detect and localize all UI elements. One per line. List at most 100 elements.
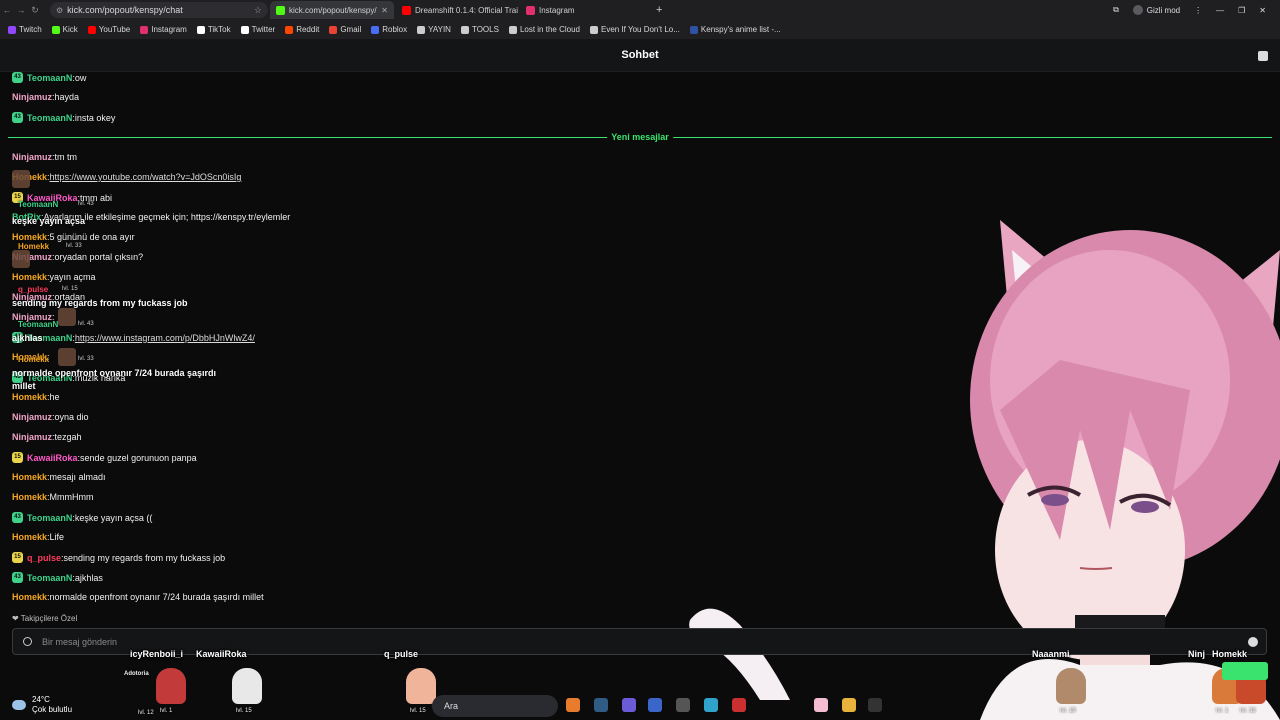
chat-username[interactable]: Homekk <box>12 272 47 282</box>
chat-link[interactable]: https://www.youtube.com/watch?v=JdOScn0i… <box>50 172 242 182</box>
chat-text: oyna dio <box>54 412 89 422</box>
bookmark-star-icon[interactable]: ☆ <box>254 5 262 16</box>
chat-text: tm tm <box>54 152 78 162</box>
bookmark-item[interactable]: YouTube <box>87 25 130 34</box>
chat-username[interactable]: Ninjamuz <box>12 432 52 442</box>
window-controls: ⧉ Gizli mod ⋮ — ❐ ✕ <box>1113 5 1280 15</box>
bookmark-item[interactable]: Kenspy's anime list -... <box>689 25 781 34</box>
bookmark-item[interactable]: Lost in the Cloud <box>508 25 580 34</box>
taskbar-search[interactable]: Ara <box>432 695 558 717</box>
chat-username[interactable]: q_pulse <box>27 553 61 563</box>
bookmark-item[interactable]: Kick <box>51 25 78 34</box>
chat-username[interactable]: Ninjamuz <box>12 412 52 422</box>
bookmark-label: Twitch <box>19 25 42 34</box>
reload-icon[interactable]: ↻ <box>28 5 42 16</box>
viewer-title: Adotoria <box>124 671 149 677</box>
chat-input[interactable] <box>42 636 1042 647</box>
bookmark-item[interactable]: TikTok <box>196 25 231 34</box>
bookmark-item[interactable]: Even If You Don't Lo... <box>589 25 680 34</box>
chat-username[interactable]: Homekk <box>12 392 47 402</box>
overlay-level-label: lvl. 43 <box>78 201 94 207</box>
app-icon[interactable] <box>648 698 662 712</box>
tab-kick[interactable]: kick.com/popout/kenspy/ ✕ <box>270 1 394 19</box>
bookmark-favicon-icon <box>285 25 294 34</box>
chat-username[interactable]: Homekk <box>12 232 47 242</box>
chat-username[interactable]: TeomaanN <box>27 513 72 523</box>
bookmark-item[interactable]: Gmail <box>329 25 361 34</box>
bookmark-label: Lost in the Cloud <box>519 25 580 34</box>
viewer-name: q_pulse <box>384 649 419 659</box>
incognito-indicator[interactable]: Gizli mod <box>1132 5 1180 15</box>
chat-username[interactable]: Homekk <box>12 492 47 502</box>
folder-icon[interactable] <box>842 698 856 712</box>
app-icon[interactable] <box>676 698 690 712</box>
followers-only-notice: ❤ Takipçilere Özel <box>12 614 77 623</box>
chat-text: insta okey <box>74 112 116 123</box>
bookmark-label: Gmail <box>340 25 362 34</box>
chat-message: Ninjamuz: hayda <box>12 92 79 102</box>
chat-username[interactable]: Homekk <box>12 532 47 542</box>
chat-message: Homekk: 5 gününü de ona ayır <box>12 232 135 242</box>
chat-message: Homekk: Life <box>12 532 64 542</box>
chat-username[interactable]: KawaiiRoka <box>27 453 78 463</box>
overlay-level-label: lvl. 15 <box>62 286 78 292</box>
bookmark-item[interactable]: YAYIN <box>417 25 451 34</box>
minimize-icon[interactable]: — <box>1216 6 1224 15</box>
back-icon[interactable]: ← <box>0 5 14 15</box>
send-button[interactable] <box>1222 662 1268 680</box>
chat-username[interactable]: Ninjamuz <box>12 92 52 102</box>
discord-icon[interactable] <box>622 698 636 712</box>
bookmark-favicon-icon <box>460 25 469 34</box>
bookmark-item[interactable]: Roblox <box>371 25 407 34</box>
steam-icon[interactable] <box>594 698 608 712</box>
chat-header: Sohbet <box>0 39 1280 72</box>
extensions-icon[interactable]: ⧉ <box>1113 5 1119 15</box>
address-bar[interactable]: ⚙ kick.com/popout/kenspy/chat ☆ <box>50 2 268 18</box>
chat-settings-icon[interactable] <box>1258 51 1268 61</box>
chat-text: mesajı almadı <box>49 472 106 482</box>
chat-text: he <box>49 392 60 402</box>
chat-username[interactable]: Homekk <box>12 592 47 602</box>
overlay-avatar <box>58 308 76 326</box>
tab-dreamshift[interactable]: Dreamshift 0.1.4: Official Traile <box>396 1 518 19</box>
chat-link[interactable]: https://www.instagram.com/p/DbbHJnWlwZ4/ <box>75 333 255 343</box>
emoji-icon[interactable] <box>1248 637 1258 647</box>
bookmark-item[interactable]: Reddit <box>285 25 319 34</box>
chat-username[interactable]: Homekk <box>12 472 47 482</box>
forward-icon[interactable]: → <box>14 5 28 15</box>
bookmark-item[interactable]: Twitch <box>8 25 42 34</box>
maximize-icon[interactable]: ❐ <box>1238 6 1245 15</box>
tab-instagram[interactable]: Instagram <box>520 1 650 19</box>
bookmark-item[interactable]: Twitter <box>240 25 275 34</box>
app-icon[interactable] <box>704 698 718 712</box>
menu-icon[interactable]: ⋮ <box>1194 6 1202 15</box>
weather-widget[interactable]: 24°C Çok bulutlu <box>12 695 72 715</box>
chat-text: sende guzel gorunuon panpa <box>80 452 197 463</box>
kick-favicon-icon <box>276 5 285 15</box>
overlay-avatar <box>12 250 30 268</box>
bookmark-item[interactable]: TOOLS <box>460 25 499 34</box>
close-tab-icon[interactable]: ✕ <box>381 6 388 15</box>
new-tab-icon[interactable]: + <box>656 4 662 16</box>
bookmark-item[interactable]: Instagram <box>140 25 187 34</box>
incognito-icon <box>1132 5 1143 15</box>
chat-text: ajkhlas <box>74 572 103 583</box>
app-icon[interactable] <box>814 698 828 712</box>
bookmark-favicon-icon <box>51 25 60 34</box>
chat-message: 43 TeomaanN: keşke yayın açsa (( <box>12 512 152 523</box>
chat-username[interactable]: TeomaanN <box>27 573 72 583</box>
bookmark-label: YAYIN <box>428 25 451 34</box>
app-icon[interactable] <box>566 698 580 712</box>
close-window-icon[interactable]: ✕ <box>1259 6 1266 15</box>
chat-message: Ninjamuz: oyna dio <box>12 412 89 422</box>
site-info-icon[interactable]: ⚙ <box>56 6 63 15</box>
bookmark-label: Kenspy's anime list -... <box>700 25 781 34</box>
app-icon[interactable] <box>732 698 746 712</box>
chat-text: MmmHmm <box>49 492 94 502</box>
terminal-icon[interactable] <box>868 698 882 712</box>
chat-username[interactable]: TeomaanN <box>27 73 72 83</box>
chat-username[interactable]: Ninjamuz <box>12 152 52 162</box>
chat-message: 43 TeomaanN: insta okey <box>12 112 115 123</box>
chat-title: Sohbet <box>621 49 659 61</box>
chat-username[interactable]: TeomaanN <box>27 113 72 123</box>
